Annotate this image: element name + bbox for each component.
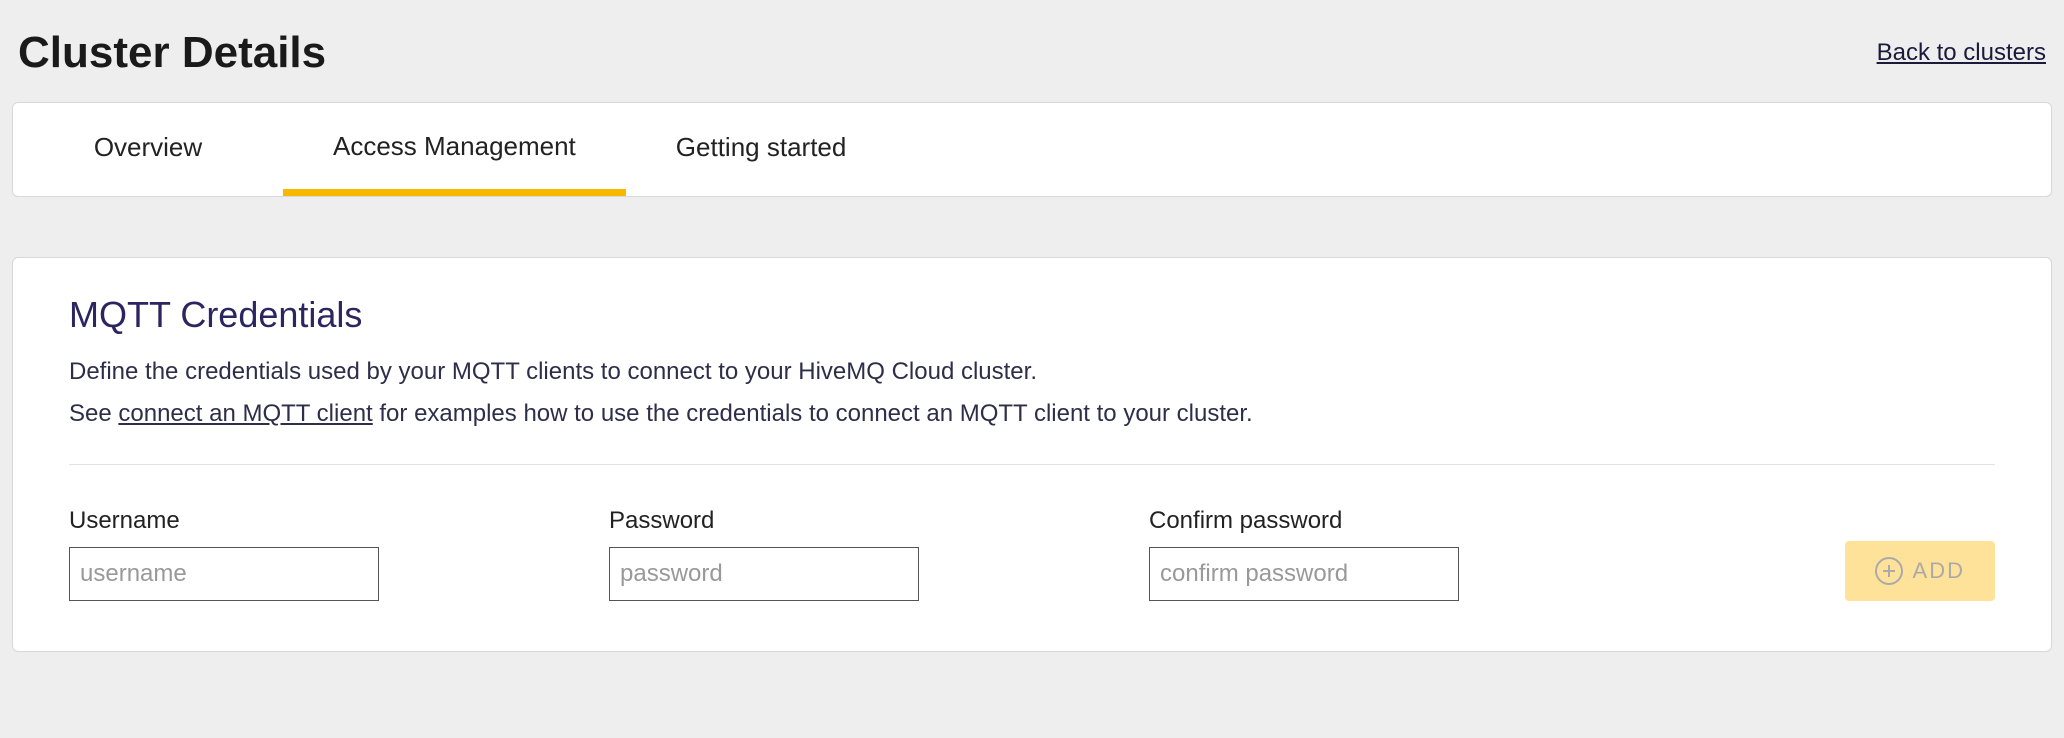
connect-mqtt-client-link[interactable]: connect an MQTT client — [118, 400, 372, 427]
tab-label: Access Management — [333, 131, 576, 162]
desc-prefix: See — [69, 400, 118, 427]
page-header: Cluster Details Back to clusters — [0, 0, 2064, 102]
username-group: Username — [69, 507, 379, 601]
credentials-card: MQTT Credentials Define the credentials … — [12, 257, 2052, 652]
plus-icon — [1875, 557, 1903, 585]
password-label: Password — [609, 507, 919, 535]
tabs-bar: Overview Access Management Getting start… — [12, 102, 2052, 197]
page-title: Cluster Details — [18, 28, 326, 78]
tab-label: Getting started — [676, 132, 847, 163]
tab-label: Overview — [94, 132, 202, 163]
password-input[interactable] — [609, 547, 919, 601]
section-description-1: Define the credentials used by your MQTT… — [69, 354, 1995, 390]
credentials-form-row: Username Password Confirm password ADD — [69, 507, 1995, 601]
confirm-password-input[interactable] — [1149, 547, 1459, 601]
section-description-2: See connect an MQTT client for examples … — [69, 396, 1995, 432]
tab-overview[interactable]: Overview — [13, 103, 283, 196]
tab-getting-started[interactable]: Getting started — [626, 103, 897, 196]
add-button-label: ADD — [1913, 558, 1965, 584]
confirm-password-group: Confirm password — [1149, 507, 1459, 601]
username-input[interactable] — [69, 547, 379, 601]
username-label: Username — [69, 507, 379, 535]
confirm-password-label: Confirm password — [1149, 507, 1459, 535]
add-button[interactable]: ADD — [1845, 541, 1995, 601]
password-group: Password — [609, 507, 919, 601]
back-to-clusters-link[interactable]: Back to clusters — [1877, 39, 2046, 67]
divider — [69, 464, 1995, 465]
section-title: MQTT Credentials — [69, 294, 1995, 336]
tab-access-management[interactable]: Access Management — [283, 103, 626, 196]
desc-suffix: for examples how to use the credentials … — [373, 400, 1253, 427]
